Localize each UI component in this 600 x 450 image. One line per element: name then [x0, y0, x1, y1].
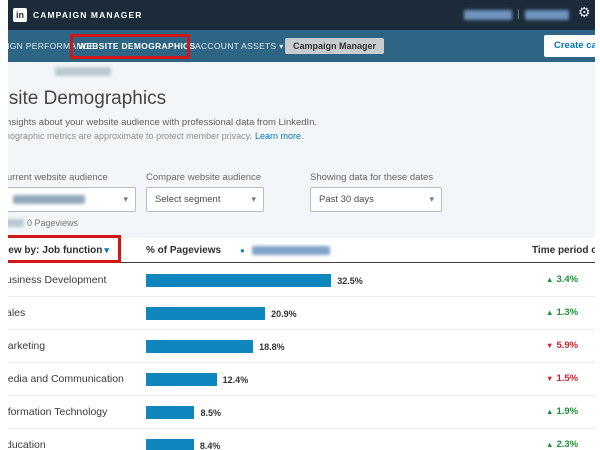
- tab-website-demographics[interactable]: WEBSITE DEMOGRAPHICS: [78, 30, 195, 62]
- change-label: 5.9%: [556, 340, 578, 351]
- chevron-down-icon: ▾: [251, 188, 256, 211]
- view-by-value: Job function: [42, 245, 102, 256]
- change-label: 1.9%: [556, 406, 578, 417]
- demographics-table: View by:Job function▾ % of Pageviews ● T…: [8, 238, 595, 450]
- app-window: in CAMPAIGN MANAGER | ⚙ CAMPAIGN PERFORM…: [8, 0, 595, 450]
- row-label: Information Technology: [8, 406, 107, 418]
- app-title: CAMPAIGN MANAGER: [33, 0, 143, 30]
- chevron-down-icon: ▾: [279, 42, 283, 51]
- legend-dot-icon: ●: [240, 238, 245, 263]
- table-row: Education 8.4% ▲2.3%: [8, 429, 595, 450]
- privacy-note: Demographic metrics are approximate to p…: [8, 131, 303, 141]
- bar-value-label: 12.4%: [223, 375, 249, 385]
- view-by-label: View by:: [8, 245, 39, 256]
- top-app-bar: in CAMPAIGN MANAGER | ⚙: [8, 0, 595, 30]
- row-label: Sales: [8, 307, 25, 319]
- page-title: Website Demographics: [8, 88, 166, 110]
- bar: [146, 373, 217, 386]
- create-campaign-button[interactable]: Create campaign: [544, 35, 595, 57]
- row-label: Media and Communication: [8, 373, 124, 385]
- redacted-audience-value: [13, 195, 85, 204]
- redacted-account-name: [464, 10, 512, 20]
- account-separator: |: [517, 0, 520, 30]
- change-indicator: ▲1.9%: [546, 406, 578, 417]
- change-label: 3.4%: [556, 274, 578, 285]
- change-label: 1.3%: [556, 307, 578, 318]
- pageviews-column-header: % of Pageviews: [146, 238, 221, 263]
- compare-dropdown-value: Select segment: [155, 188, 220, 211]
- bar: [146, 274, 331, 287]
- dates-filter-label: Showing data for these dates: [310, 172, 433, 183]
- bar-value-label: 32.5%: [337, 276, 363, 286]
- page-subtitle: Get insights about your website audience…: [8, 117, 317, 128]
- tab-account-assets-label: ACCOUNT ASSETS: [195, 41, 277, 51]
- change-indicator: ▲1.3%: [546, 307, 578, 318]
- trend-arrow-icon: ▲: [546, 440, 553, 449]
- redacted-account-id: [525, 10, 569, 20]
- learn-more-link[interactable]: Learn more.: [255, 131, 304, 141]
- tab-account-assets[interactable]: ACCOUNT ASSETS ▾: [195, 30, 284, 63]
- bar: [146, 439, 194, 450]
- chevron-down-icon: ▾: [123, 188, 128, 211]
- change-label: 1.5%: [556, 373, 578, 384]
- redacted-breadcrumb: [55, 67, 111, 76]
- nav-bar: CAMPAIGN PERFORMANCE WEBSITE DEMOGRAPHIC…: [8, 30, 595, 62]
- table-row: Media and Communication 12.4% ▼1.5%: [8, 363, 595, 396]
- comparison-column-header: Time period comparison: [532, 238, 595, 263]
- chevron-down-icon: ▾: [104, 245, 109, 255]
- bar-value-label: 18.8%: [259, 342, 285, 352]
- pageviews-text: 0 Pageviews: [27, 218, 78, 228]
- table-row: Information Technology 8.5% ▲1.9%: [8, 396, 595, 429]
- trend-arrow-icon: ▼: [546, 374, 553, 383]
- table-row: Sales 20.9% ▲1.3%: [8, 297, 595, 330]
- change-indicator: ▲2.3%: [546, 439, 578, 450]
- dates-dropdown-value: Past 30 days: [319, 188, 374, 211]
- privacy-text: Demographic metrics are approximate to p…: [8, 131, 252, 141]
- change-label: 2.3%: [556, 439, 578, 450]
- row-label: Marketing: [8, 340, 45, 352]
- bar-value-label: 20.9%: [271, 309, 297, 319]
- campaign-manager-chip[interactable]: Campaign Manager: [285, 38, 384, 54]
- trend-arrow-icon: ▼: [546, 341, 553, 350]
- table-header: View by:Job function▾ % of Pageviews ● T…: [8, 238, 595, 263]
- bar: [146, 406, 194, 419]
- audience-dropdown[interactable]: ▾: [8, 187, 136, 212]
- trend-arrow-icon: ▲: [546, 407, 553, 416]
- pageviews-count: 0 Pageviews: [8, 218, 78, 228]
- change-indicator: ▼1.5%: [546, 373, 578, 384]
- row-label: Business Development: [8, 274, 106, 286]
- row-label: Education: [8, 439, 46, 450]
- bar: [146, 340, 253, 353]
- compare-dropdown[interactable]: Select segment ▾: [146, 187, 264, 212]
- table-row: Marketing 18.8% ▼5.9%: [8, 330, 595, 363]
- dates-dropdown[interactable]: Past 30 days ▾: [310, 187, 442, 212]
- bar-value-label: 8.4%: [200, 441, 221, 450]
- trend-arrow-icon: ▲: [546, 275, 553, 284]
- trend-arrow-icon: ▲: [546, 308, 553, 317]
- change-indicator: ▼5.9%: [546, 340, 578, 351]
- bar: [146, 307, 265, 320]
- compare-filter-label: Compare website audience: [146, 172, 261, 183]
- settings-gear-icon[interactable]: ⚙: [578, 4, 591, 21]
- table-row: Business Development 32.5% ▲3.4%: [8, 264, 595, 297]
- redacted-count: [8, 219, 24, 227]
- bar-value-label: 8.5%: [200, 408, 221, 418]
- change-indicator: ▲3.4%: [546, 274, 578, 285]
- audience-filter-label: Current website audience: [8, 172, 108, 183]
- linkedin-logo-icon: in: [13, 8, 27, 22]
- view-by-selector[interactable]: View by:Job function▾: [8, 238, 109, 263]
- redacted-legend-name: [252, 246, 330, 255]
- screenshot-root: in CAMPAIGN MANAGER | ⚙ CAMPAIGN PERFORM…: [0, 0, 600, 450]
- chevron-down-icon: ▾: [429, 188, 434, 211]
